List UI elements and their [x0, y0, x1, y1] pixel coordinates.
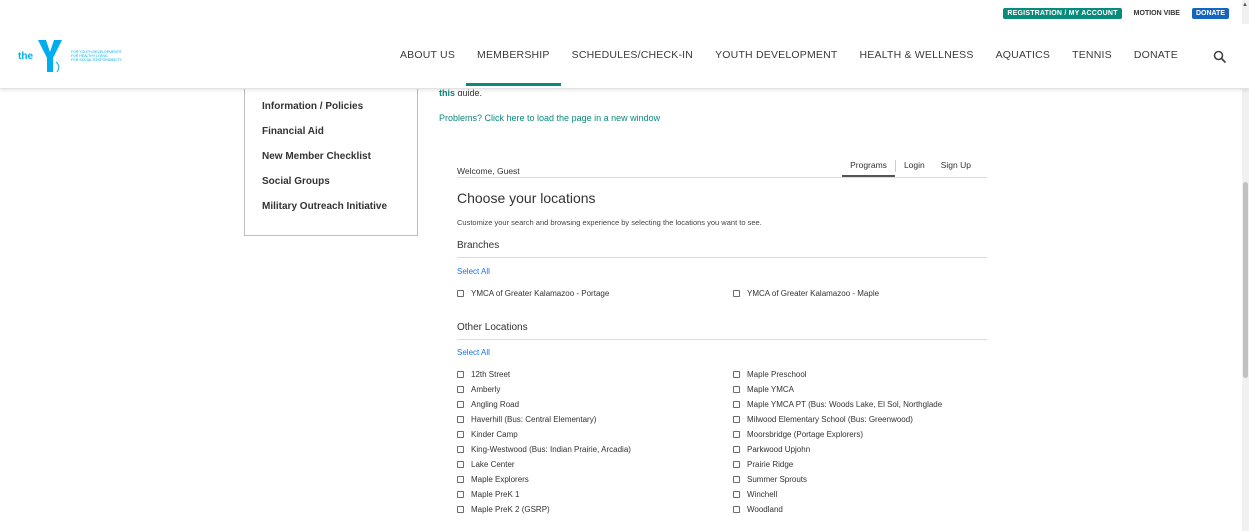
nav-youth-development[interactable]: YOUTH DEVELOPMENT: [704, 24, 848, 86]
location-option[interactable]: Maple YMCA PT (Bus: Woods Lake, El Sol, …: [733, 400, 942, 409]
membership-sidebar: Information / Policies Financial Aid New…: [244, 88, 418, 236]
search-icon[interactable]: [1213, 50, 1227, 64]
location-option[interactable]: Moorsbridge (Portage Explorers): [733, 430, 863, 439]
welcome-text: Welcome, Guest: [457, 166, 520, 176]
location-option[interactable]: Woodland: [733, 505, 783, 514]
page-title: Choose your locations: [457, 190, 596, 206]
checkbox[interactable]: [457, 401, 464, 408]
location-option[interactable]: Amberly: [457, 385, 500, 394]
location-option[interactable]: Maple PreK 1: [457, 490, 519, 499]
ymca-logo[interactable]: the FOR YOUTH DEVELOPMENT® FOR HEALTHY L…: [18, 38, 122, 74]
registration-account-button[interactable]: REGISTRATION / MY ACCOUNT: [1003, 8, 1122, 19]
checkbox[interactable]: [457, 446, 464, 453]
ymca-y-icon: [38, 40, 62, 73]
checkbox[interactable]: [457, 290, 464, 297]
location-option[interactable]: Parkwood Upjohn: [733, 445, 810, 454]
nav-schedules-check-in[interactable]: SCHEDULES/CHECK-IN: [561, 24, 704, 86]
location-option[interactable]: Angling Road: [457, 400, 519, 409]
checkbox[interactable]: [733, 506, 740, 513]
location-option[interactable]: Milwood Elementary School (Bus: Greenwoo…: [733, 415, 913, 424]
location-option[interactable]: Winchell: [733, 490, 777, 499]
problems-link[interactable]: Problems? Click here to load the page in…: [439, 113, 660, 123]
location-option[interactable]: Haverhill (Bus: Central Elementary): [457, 415, 596, 424]
sidebar-item-new-member-checklist[interactable]: New Member Checklist: [262, 151, 371, 162]
nav-donate[interactable]: DONATE: [1123, 24, 1189, 86]
nav-aquatics[interactable]: AQUATICS: [985, 24, 1062, 86]
location-option[interactable]: Kinder Camp: [457, 430, 518, 439]
location-option[interactable]: 12th Street: [457, 370, 510, 379]
description-text: Customize your search and browsing exper…: [457, 218, 762, 227]
checkbox[interactable]: [733, 431, 740, 438]
logo-tagline: FOR YOUTH DEVELOPMENT® FOR HEALTHY LIVIN…: [71, 50, 122, 62]
checkbox[interactable]: [733, 371, 740, 378]
checkbox[interactable]: [733, 461, 740, 468]
checkbox[interactable]: [733, 386, 740, 393]
other-locations-heading: Other Locations: [457, 322, 987, 340]
branch-option[interactable]: YMCA of Greater Kalamazoo - Maple: [733, 289, 879, 298]
donate-utility-button[interactable]: DONATE: [1191, 8, 1229, 19]
location-option[interactable]: King-Westwood (Bus: Indian Prairie, Arca…: [457, 445, 631, 454]
branch-option[interactable]: YMCA of Greater Kalamazoo - Portage: [457, 289, 609, 298]
sidebar-item-information-policies[interactable]: Information / Policies: [262, 101, 363, 112]
checkbox[interactable]: [457, 416, 464, 423]
location-option[interactable]: Lake Center: [457, 460, 515, 469]
tab-sign-up[interactable]: Sign Up: [933, 160, 979, 177]
tab-programs[interactable]: Programs: [842, 160, 895, 177]
checkbox[interactable]: [457, 491, 464, 498]
location-widget: Welcome, Guest Programs Login Sign Up Ch…: [457, 152, 987, 514]
location-option[interactable]: Maple Preschool: [733, 370, 807, 379]
nav-health-wellness[interactable]: HEALTH & WELLNESS: [849, 24, 985, 86]
location-option[interactable]: Summer Sprouts: [733, 475, 807, 484]
checkbox[interactable]: [457, 461, 464, 468]
location-option[interactable]: Maple PreK 2 (GSRP): [457, 505, 550, 514]
checkbox[interactable]: [733, 476, 740, 483]
other-select-all-link[interactable]: Select All: [457, 348, 490, 357]
scroll-up-icon[interactable]: ▲: [1242, 2, 1248, 8]
nav-tennis[interactable]: TENNIS: [1061, 24, 1123, 86]
widget-topbar: Welcome, Guest Programs Login Sign Up: [457, 152, 987, 178]
motion-vibe-link[interactable]: MOTION VIBE: [1132, 8, 1182, 19]
nav-membership[interactable]: MEMBERSHIP: [466, 24, 561, 86]
branches-select-all-link[interactable]: Select All: [457, 267, 490, 276]
main-nav: ABOUT US MEMBERSHIP SCHEDULES/CHECK-IN Y…: [389, 24, 1189, 88]
branches-heading: Branches: [457, 240, 987, 258]
checkbox[interactable]: [733, 401, 740, 408]
scroll-thumb[interactable]: [1243, 182, 1248, 378]
tab-login[interactable]: Login: [896, 160, 933, 177]
guide-text: this guide.: [439, 88, 483, 96]
nav-about-us[interactable]: ABOUT US: [389, 24, 466, 86]
site-header: the FOR YOUTH DEVELOPMENT® FOR HEALTHY L…: [0, 24, 1249, 89]
location-option[interactable]: Prairie Ridge: [733, 460, 793, 469]
guide-link[interactable]: this: [439, 88, 455, 96]
widget-tabs: Programs Login Sign Up: [842, 160, 979, 177]
checkbox[interactable]: [733, 290, 740, 297]
location-option[interactable]: Maple Explorers: [457, 475, 529, 484]
utility-bar: REGISTRATION / MY ACCOUNT MOTION VIBE DO…: [1003, 8, 1229, 19]
checkbox[interactable]: [733, 491, 740, 498]
checkbox[interactable]: [457, 476, 464, 483]
checkbox[interactable]: [457, 431, 464, 438]
checkbox[interactable]: [457, 371, 464, 378]
sidebar-item-financial-aid[interactable]: Financial Aid: [262, 126, 324, 137]
checkbox[interactable]: [733, 416, 740, 423]
sidebar-item-social-groups[interactable]: Social Groups: [262, 176, 330, 187]
location-option[interactable]: Maple YMCA: [733, 385, 794, 394]
checkbox[interactable]: [457, 506, 464, 513]
checkbox[interactable]: [733, 446, 740, 453]
logo-the-text: the: [18, 50, 33, 62]
checkbox[interactable]: [457, 386, 464, 393]
sidebar-item-military-outreach[interactable]: Military Outreach Initiative: [262, 201, 387, 212]
